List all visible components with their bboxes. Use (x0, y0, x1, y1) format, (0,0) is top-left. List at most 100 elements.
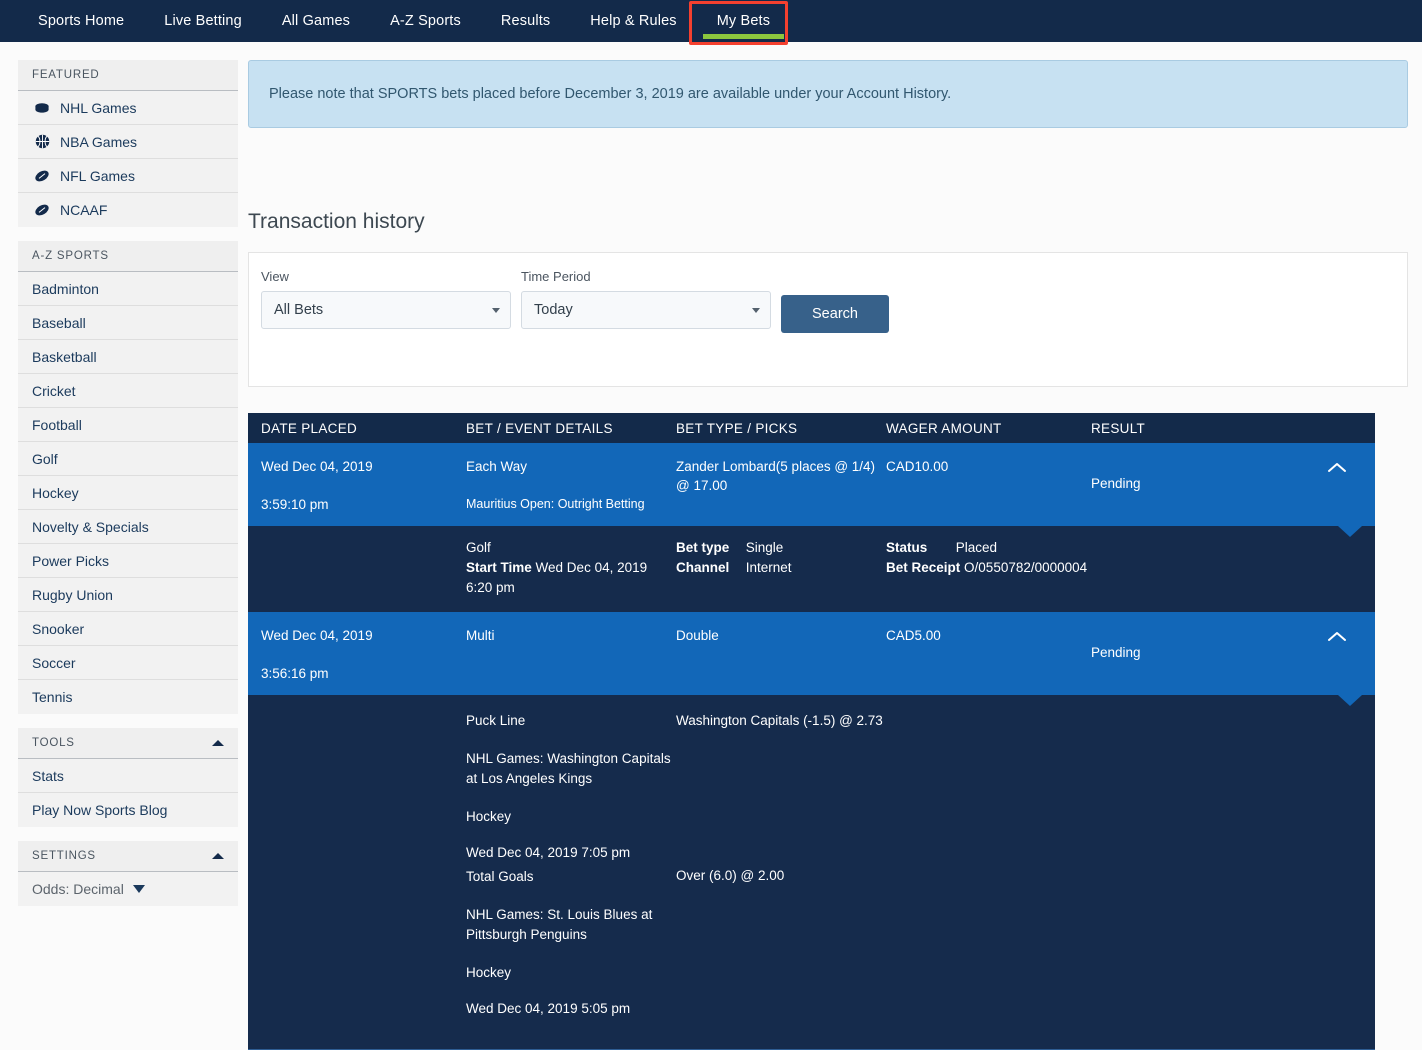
sidebar-item-nfl-games[interactable]: NFL Games (18, 159, 238, 193)
page-title: Transaction history (248, 210, 1408, 234)
sidebar-item-snooker[interactable]: Snooker (18, 612, 238, 646)
nav-item-live-betting[interactable]: Live Betting (144, 0, 262, 42)
sidebar-item-odds-format[interactable]: Odds: Decimal (18, 872, 238, 906)
nav-item-help-rules[interactable]: Help & Rules (570, 0, 696, 42)
nav-label: A-Z Sports (390, 13, 461, 29)
bet-detail-receipt-value: O/0550782/0000004 (964, 560, 1087, 575)
bet-event-cell: Each Way Mauritius Open: Outright Bettin… (466, 457, 676, 514)
basketball-icon (32, 134, 52, 150)
time-period-field: Time Period Today (521, 269, 771, 329)
bet-date: Wed Dec 04, 2019 (261, 459, 373, 474)
sidebar-group-header-a-z-sports: A-Z SPORTS (18, 241, 238, 272)
sidebar-item-label: Baseball (32, 315, 86, 331)
column-header-wager-amount: WAGER AMOUNT (886, 421, 1091, 436)
leg-pick: Washington Capitals (-1.5) @ 2.73 (676, 711, 886, 866)
view-select[interactable]: All Bets (261, 291, 511, 329)
chevron-up-icon[interactable] (1327, 630, 1347, 642)
top-navigation: Sports Home Live Betting All Games A-Z S… (0, 0, 1422, 42)
sidebar-item-tennis[interactable]: Tennis (18, 680, 238, 714)
sidebar-group-featured: FEATURED NHL Games NBA Games NFL Games (18, 60, 238, 227)
sidebar-item-label: Football (32, 417, 82, 433)
sidebar-item-stats[interactable]: Stats (18, 759, 238, 793)
sidebar-item-nhl-games[interactable]: NHL Games (18, 91, 238, 125)
sidebar-item-basketball[interactable]: Basketball (18, 340, 238, 374)
sidebar-item-label: NBA Games (60, 134, 137, 150)
leg-market: Total Goals (466, 867, 676, 887)
sidebar-group-title: FEATURED (32, 69, 100, 81)
expanded-notch (1338, 695, 1362, 706)
nav-label: Help & Rules (590, 13, 676, 29)
sidebar-group-title: TOOLS (32, 737, 75, 749)
chevron-up-icon[interactable] (212, 853, 224, 859)
bet-detail-channel-label: Channel (676, 558, 742, 578)
sidebar-item-label: Rugby Union (32, 587, 113, 603)
bet-row-summary[interactable]: Wed Dec 04, 2019 3:56:16 pm Multi Double… (248, 612, 1375, 695)
column-header-result: RESULT (1091, 421, 1291, 436)
bet-name: Multi (466, 628, 495, 643)
sidebar-item-soccer[interactable]: Soccer (18, 646, 238, 680)
sidebar-item-label: Play Now Sports Blog (32, 802, 167, 818)
chevron-down-icon (752, 308, 760, 313)
sidebar-group-header-featured: FEATURED (18, 60, 238, 91)
bet-date-cell: Wed Dec 04, 2019 3:56:16 pm (248, 626, 466, 683)
chevron-up-icon[interactable] (1327, 461, 1347, 473)
leg-event: NHL Games: Washington Capitals at Los An… (466, 749, 676, 789)
bet-detail-type-info: Bet type Single Channel Internet (676, 538, 886, 598)
nav-label: All Games (282, 13, 350, 29)
nav-item-a-z-sports[interactable]: A-Z Sports (370, 0, 481, 42)
time-period-select-value: Today (534, 302, 573, 318)
sidebar: FEATURED NHL Games NBA Games NFL Games (18, 60, 238, 920)
sidebar-group-header-settings[interactable]: SETTINGS (18, 841, 238, 872)
bets-table-header: DATE PLACED BET / EVENT DETAILS BET TYPE… (248, 413, 1375, 443)
time-period-select[interactable]: Today (521, 291, 771, 329)
leg-item: Total Goals NHL Games: St. Louis Blues a… (466, 867, 676, 1019)
sidebar-item-label: Stats (32, 768, 64, 784)
sidebar-item-baseball[interactable]: Baseball (18, 306, 238, 340)
nav-label: Sports Home (38, 13, 124, 29)
leg-event: NHL Games: St. Louis Blues at Pittsburgh… (466, 905, 676, 945)
bet-detail-bet-type-label: Bet type (676, 538, 742, 558)
bet-picks-cell: Zander Lombard(5 places @ 1/4) @ 17.00 (676, 457, 886, 514)
sidebar-item-badminton[interactable]: Badminton (18, 272, 238, 306)
bet-detail-sport: Golf (466, 538, 676, 558)
sidebar-item-play-now-sports-blog[interactable]: Play Now Sports Blog (18, 793, 238, 827)
view-field: View All Bets (261, 269, 511, 329)
expanded-notch (1338, 526, 1362, 537)
column-header-bet-type-picks: BET TYPE / PICKS (676, 421, 886, 436)
leg-item: Puck Line NHL Games: Washington Capitals… (466, 711, 676, 851)
bet-wager-cell: CAD5.00 (886, 626, 1091, 683)
sidebar-group-header-tools[interactable]: TOOLS (18, 728, 238, 759)
sidebar-item-label: Tennis (32, 689, 72, 705)
football-icon (32, 202, 52, 218)
main-content: Please note that SPORTS bets placed befo… (248, 60, 1408, 1050)
column-header-date-placed: DATE PLACED (248, 421, 466, 436)
bet-result-cell: Pending (1091, 626, 1291, 683)
chevron-down-icon[interactable] (133, 885, 145, 893)
chevron-up-icon[interactable] (212, 740, 224, 746)
sidebar-item-label: NCAAF (60, 202, 107, 218)
sidebar-item-label: Golf (32, 451, 58, 467)
sidebar-item-power-picks[interactable]: Power Picks (18, 544, 238, 578)
sidebar-item-novelty-specials[interactable]: Novelty & Specials (18, 510, 238, 544)
bet-row-summary[interactable]: Wed Dec 04, 2019 3:59:10 pm Each Way Mau… (248, 443, 1375, 526)
sidebar-item-rugby-union[interactable]: Rugby Union (18, 578, 238, 612)
sidebar-item-nba-games[interactable]: NBA Games (18, 125, 238, 159)
sidebar-item-label: Power Picks (32, 553, 109, 569)
bet-legs-panel: Puck Line NHL Games: Washington Capitals… (248, 695, 1375, 1049)
sidebar-group-settings: SETTINGS Odds: Decimal (18, 841, 238, 906)
nav-item-results[interactable]: Results (481, 0, 570, 42)
sidebar-item-ncaaf[interactable]: NCAAF (18, 193, 238, 227)
nav-item-my-bets[interactable]: My Bets (697, 0, 790, 42)
bet-result-cell: Pending (1091, 457, 1291, 514)
search-button[interactable]: Search (781, 295, 889, 333)
bet-event: Mauritius Open: Outright Betting (466, 495, 676, 514)
sidebar-item-football[interactable]: Football (18, 408, 238, 442)
nav-label: Live Betting (164, 13, 242, 29)
sidebar-item-cricket[interactable]: Cricket (18, 374, 238, 408)
nav-item-all-games[interactable]: All Games (262, 0, 370, 42)
hockey-puck-icon (32, 100, 52, 116)
sidebar-item-hockey[interactable]: Hockey (18, 476, 238, 510)
leg-sport: Hockey (466, 807, 676, 827)
nav-item-sports-home[interactable]: Sports Home (18, 0, 144, 42)
sidebar-item-golf[interactable]: Golf (18, 442, 238, 476)
